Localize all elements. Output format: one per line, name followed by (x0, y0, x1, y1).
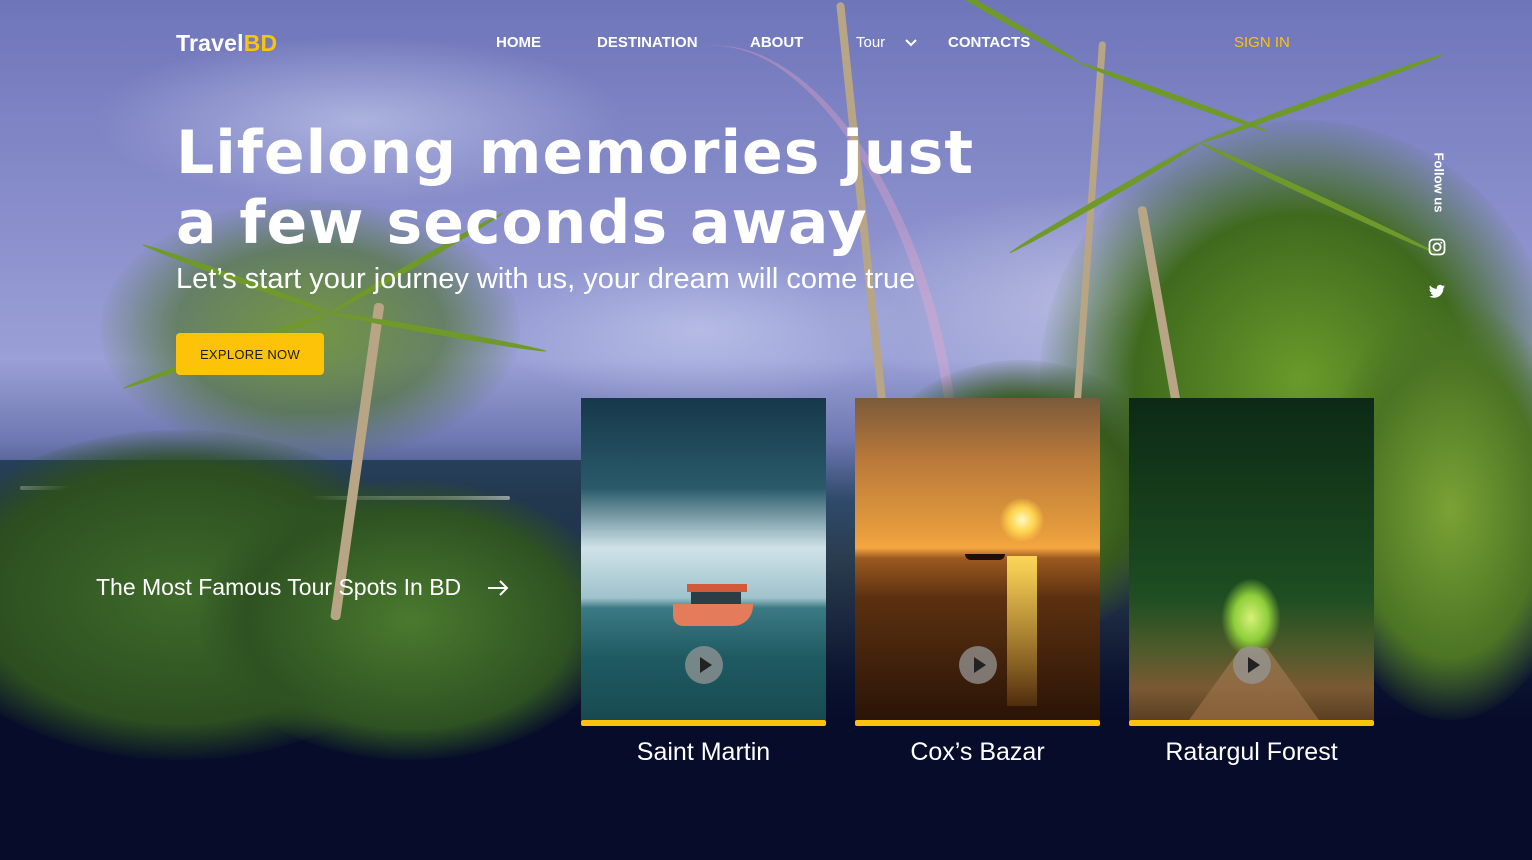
nav-home-link[interactable]: HOME (496, 34, 541, 51)
arrow-right-icon[interactable] (487, 579, 509, 597)
sign-in-link[interactable]: SIGN IN (1234, 34, 1290, 51)
card-label-saint-martin: Saint Martin (636, 738, 771, 766)
spot-card-saint-martin[interactable] (581, 398, 826, 726)
boat (673, 584, 753, 628)
explore-now-button[interactable]: EXPLORE NOW (176, 333, 324, 375)
card-accent-bar (855, 720, 1100, 726)
card-label-ratargul-forest: Ratargul Forest (1165, 738, 1338, 766)
instagram-icon[interactable] (1428, 238, 1446, 256)
hero-subheading: Let’s start your journey with us, your d… (176, 263, 916, 295)
chevron-down-icon[interactable] (904, 37, 918, 49)
nav-about-link[interactable]: ABOUT (750, 34, 803, 51)
follow-us-label: Follow us (1428, 150, 1447, 216)
follow-us-text: Follow us (1431, 152, 1447, 213)
nav-destination-link[interactable]: DESTINATION (597, 34, 698, 51)
nav-tour-dropdown[interactable]: Tour (856, 34, 885, 51)
famous-spots-title: The Most Famous Tour Spots In BD (96, 574, 462, 600)
card-accent-bar (1129, 720, 1374, 726)
spot-card-coxs-bazar[interactable] (855, 398, 1100, 726)
hero-headline: Lifelong memories just a few seconds awa… (176, 118, 975, 258)
twitter-icon[interactable] (1428, 283, 1446, 301)
logo-prefix: Travel (176, 30, 244, 56)
logo-accent: BD (243, 30, 278, 56)
spot-card-ratargul-forest[interactable] (1129, 398, 1374, 726)
play-icon[interactable] (1233, 646, 1271, 684)
play-icon[interactable] (685, 646, 723, 684)
card-label-coxs-bazar: Cox’s Bazar (910, 738, 1045, 766)
play-icon[interactable] (959, 646, 997, 684)
nav-contacts-link[interactable]: CONTACTS (948, 34, 1030, 51)
brand-logo[interactable]: TravelBD (176, 30, 277, 57)
card-accent-bar (581, 720, 826, 726)
